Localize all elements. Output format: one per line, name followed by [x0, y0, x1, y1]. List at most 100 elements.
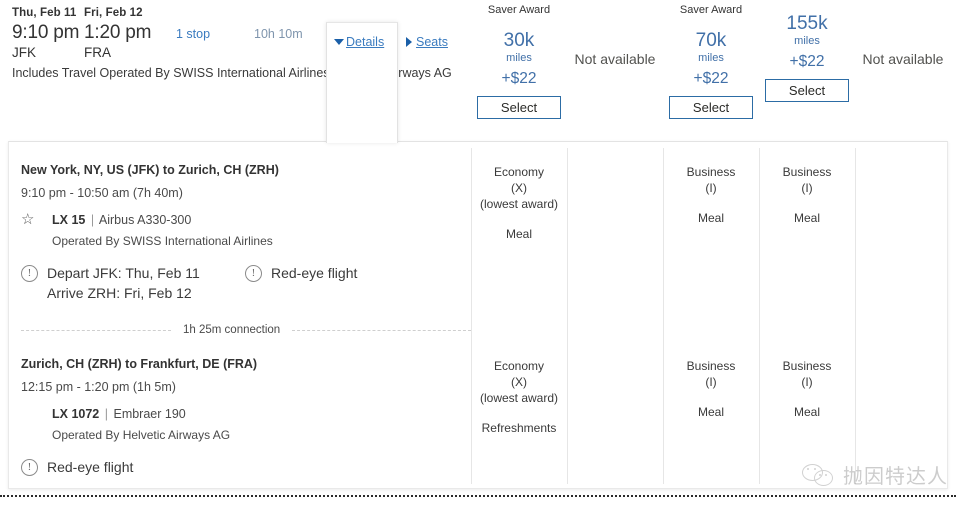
cabin-class: Business — [686, 359, 736, 373]
arrival-date: Fri, Feb 12 — [84, 7, 143, 19]
fare-column-unavailable-2: Not available — [855, 0, 951, 68]
segment-equipment: Airbus A330-300 — [98, 213, 192, 227]
segment-operated-by: Operated By Helvetic Airways AG — [52, 428, 231, 442]
departure-date: Thu, Feb 11 — [12, 7, 77, 19]
cabin-booking-code: (X) — [511, 375, 527, 389]
fare-miles-amount: 155k — [786, 13, 828, 34]
fare-column-economy-saver: Saver Award 30k miles +$22 Select — [471, 0, 567, 119]
fare-header-label: Saver Award — [487, 4, 551, 16]
cabin-class: Business — [686, 165, 736, 179]
fare-tax-amount: +$22 — [501, 70, 537, 87]
segment-note-redeye-label: Red-eye flight — [271, 265, 358, 281]
fare-miles-unit: miles — [506, 52, 532, 64]
arrival-time: 1:20 pm — [84, 22, 152, 43]
details-toggle-link[interactable]: Details — [334, 35, 384, 49]
segment-note-line-2: Arrive ZRH: Fri, Feb 12 — [47, 285, 192, 301]
departure-airport-code: JFK — [12, 45, 37, 60]
stops-block[interactable]: 1 stop — [176, 6, 254, 43]
cabin-service: Meal — [505, 227, 532, 241]
segment-note-redeye: ! Red-eye flight — [245, 263, 357, 283]
segment-note-line-1: Depart JFK: Thu, Feb 11 — [47, 265, 200, 281]
segment-notes: ! Red-eye flight — [21, 457, 471, 488]
column-divider — [567, 148, 568, 484]
segment-separator: | — [90, 213, 95, 227]
cabin-lowest-award-label: (lowest award) — [479, 391, 559, 405]
cabin-cell-seg1-col1: Economy (X) (lowest award) Meal — [471, 164, 567, 242]
seats-toggle-label: Seats — [416, 35, 448, 49]
cabin-booking-code: (X) — [511, 181, 527, 195]
fare-column-unavailable-1: Not available — [567, 0, 663, 68]
segment-times: 12:15 pm - 1:20 pm (1h 5m) — [21, 380, 176, 394]
info-exclamation-icon: ! — [21, 459, 38, 476]
segment-flight-row: ☆ LX 15 | Airbus A330-300 — [21, 212, 471, 228]
departure-block: Thu, Feb 11 9:10 pm JFK — [12, 6, 84, 61]
fare-tax-amount: +$22 — [693, 70, 729, 87]
segment-separator: | — [104, 407, 108, 421]
fare-tax-amount: +$22 — [789, 53, 825, 70]
fare-header-label: Saver Award — [679, 4, 743, 16]
fare-miles-unit: miles — [698, 52, 724, 64]
cabin-class: Business — [782, 165, 832, 179]
select-button[interactable]: Select — [765, 79, 849, 102]
cabin-service: Meal — [793, 405, 820, 419]
cabin-booking-code: (I) — [705, 375, 717, 389]
chevron-down-icon — [334, 38, 344, 45]
dashed-rule-right — [292, 329, 471, 331]
arrival-airport-code: FRA — [84, 45, 111, 60]
select-button[interactable]: Select — [477, 96, 561, 119]
details-toggle-label: Details — [346, 35, 385, 49]
departure-time: 9:10 pm — [12, 22, 80, 43]
arrival-block: Fri, Feb 12 1:20 pm FRA — [84, 6, 176, 61]
cabin-service: Meal — [793, 211, 820, 225]
itinerary-summary-row: Thu, Feb 11 9:10 pm JFK Fri, Feb 12 1:20… — [0, 0, 956, 143]
cabin-lowest-award-label: (lowest award) — [479, 197, 559, 211]
segment-flight-number: LX 1072 — [52, 407, 100, 421]
flight-segment-2: Zurich, CH (ZRH) to Frankfurt, DE (FRA) … — [21, 356, 471, 488]
info-exclamation-icon: ! — [245, 265, 262, 282]
fare-unavailable-label: Not available — [862, 51, 944, 67]
column-divider — [855, 148, 856, 484]
cabin-cell-seg1-col4: Business (I) Meal — [759, 164, 855, 226]
cabin-booking-code: (I) — [801, 181, 813, 195]
info-exclamation-icon: ! — [21, 265, 38, 282]
fare-miles-amount: 30k — [503, 30, 535, 51]
cabin-class: Economy — [493, 165, 545, 179]
cabin-cell-seg2-col1: Economy (X) (lowest award) Refreshments — [471, 358, 567, 436]
segment-notes: ! Depart JFK: Thu, Feb 11 Arrive ZRH: Fr… — [21, 263, 471, 303]
fare-unavailable-label: Not available — [574, 51, 656, 67]
cabin-service: Refreshments — [481, 421, 557, 435]
cabin-class: Business — [782, 359, 832, 373]
segment-note-redeye: ! Red-eye flight — [21, 457, 133, 477]
connection-divider: 1h 25m connection — [21, 322, 471, 338]
cabin-booking-code: (I) — [801, 375, 813, 389]
page-bottom-divider — [0, 495, 956, 497]
segment-flight-number: LX 15 — [52, 213, 86, 227]
cabin-class: Economy — [493, 359, 545, 373]
fare-column-business-saver: Saver Award 70k miles +$22 Select — [663, 0, 759, 119]
cabin-booking-code: (I) — [705, 181, 717, 195]
stops-label[interactable]: 1 stop — [176, 27, 210, 41]
chevron-right-icon — [406, 36, 412, 47]
flight-segment-1: New York, NY, US (JFK) to Zurich, CH (ZR… — [21, 162, 471, 303]
segment-equipment: Embraer 190 — [113, 407, 186, 421]
cabin-cell-seg2-col3: Business (I) Meal — [663, 358, 759, 420]
segment-times: 9:10 pm - 10:50 am (7h 40m) — [21, 186, 183, 200]
cabin-cell-seg2-col4: Business (I) Meal — [759, 358, 855, 420]
segment-route: Zurich, CH (ZRH) to Frankfurt, DE (FRA) — [21, 357, 258, 371]
cabin-service: Meal — [697, 211, 724, 225]
segment-flight-row: LX 1072 | Embraer 190 — [21, 406, 471, 422]
seats-toggle-link[interactable]: Seats — [406, 35, 448, 49]
total-duration-label: 10h 10m — [254, 27, 303, 41]
fare-column-business-standard: 155k miles +$22 Select — [759, 0, 855, 102]
itinerary-summary-left: Thu, Feb 11 9:10 pm JFK Fri, Feb 12 1:20… — [12, 6, 472, 61]
dashed-rule-left — [21, 329, 171, 331]
star-alliance-icon: ☆ — [21, 211, 35, 228]
cabin-cell-seg1-col3: Business (I) Meal — [663, 164, 759, 226]
cabin-service: Meal — [697, 405, 724, 419]
select-button[interactable]: Select — [669, 96, 753, 119]
segment-route: New York, NY, US (JFK) to Zurich, CH (ZR… — [21, 163, 279, 177]
fare-miles-amount: 70k — [695, 30, 727, 51]
fare-miles-unit: miles — [794, 35, 820, 47]
connection-duration-label: 1h 25m connection — [183, 324, 281, 336]
flight-details-panel: New York, NY, US (JFK) to Zurich, CH (ZR… — [8, 141, 948, 489]
